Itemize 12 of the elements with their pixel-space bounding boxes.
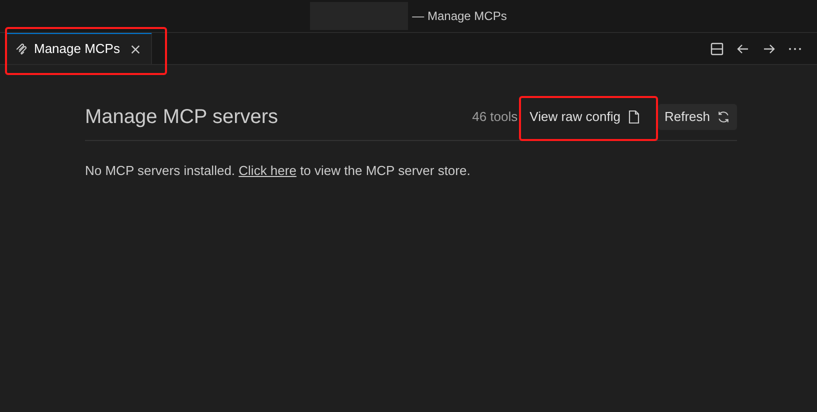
store-link[interactable]: Click here	[238, 163, 296, 178]
empty-state-message: No MCP servers installed. Click here to view the MCP server store.	[85, 162, 472, 180]
close-icon[interactable]	[130, 44, 141, 54]
refresh-icon	[716, 110, 731, 124]
refresh-button[interactable]: Refresh	[658, 104, 737, 130]
window-title: — Manage MCPs	[412, 8, 507, 25]
tool-count: 46 tools	[472, 108, 518, 126]
split-editor-icon[interactable]	[709, 40, 725, 56]
file-icon	[628, 110, 640, 124]
editor-tab[interactable]: Manage MCPs	[5, 33, 152, 64]
view-config-button[interactable]: View raw config	[524, 104, 646, 130]
page-heading: Manage MCP servers	[85, 105, 278, 130]
